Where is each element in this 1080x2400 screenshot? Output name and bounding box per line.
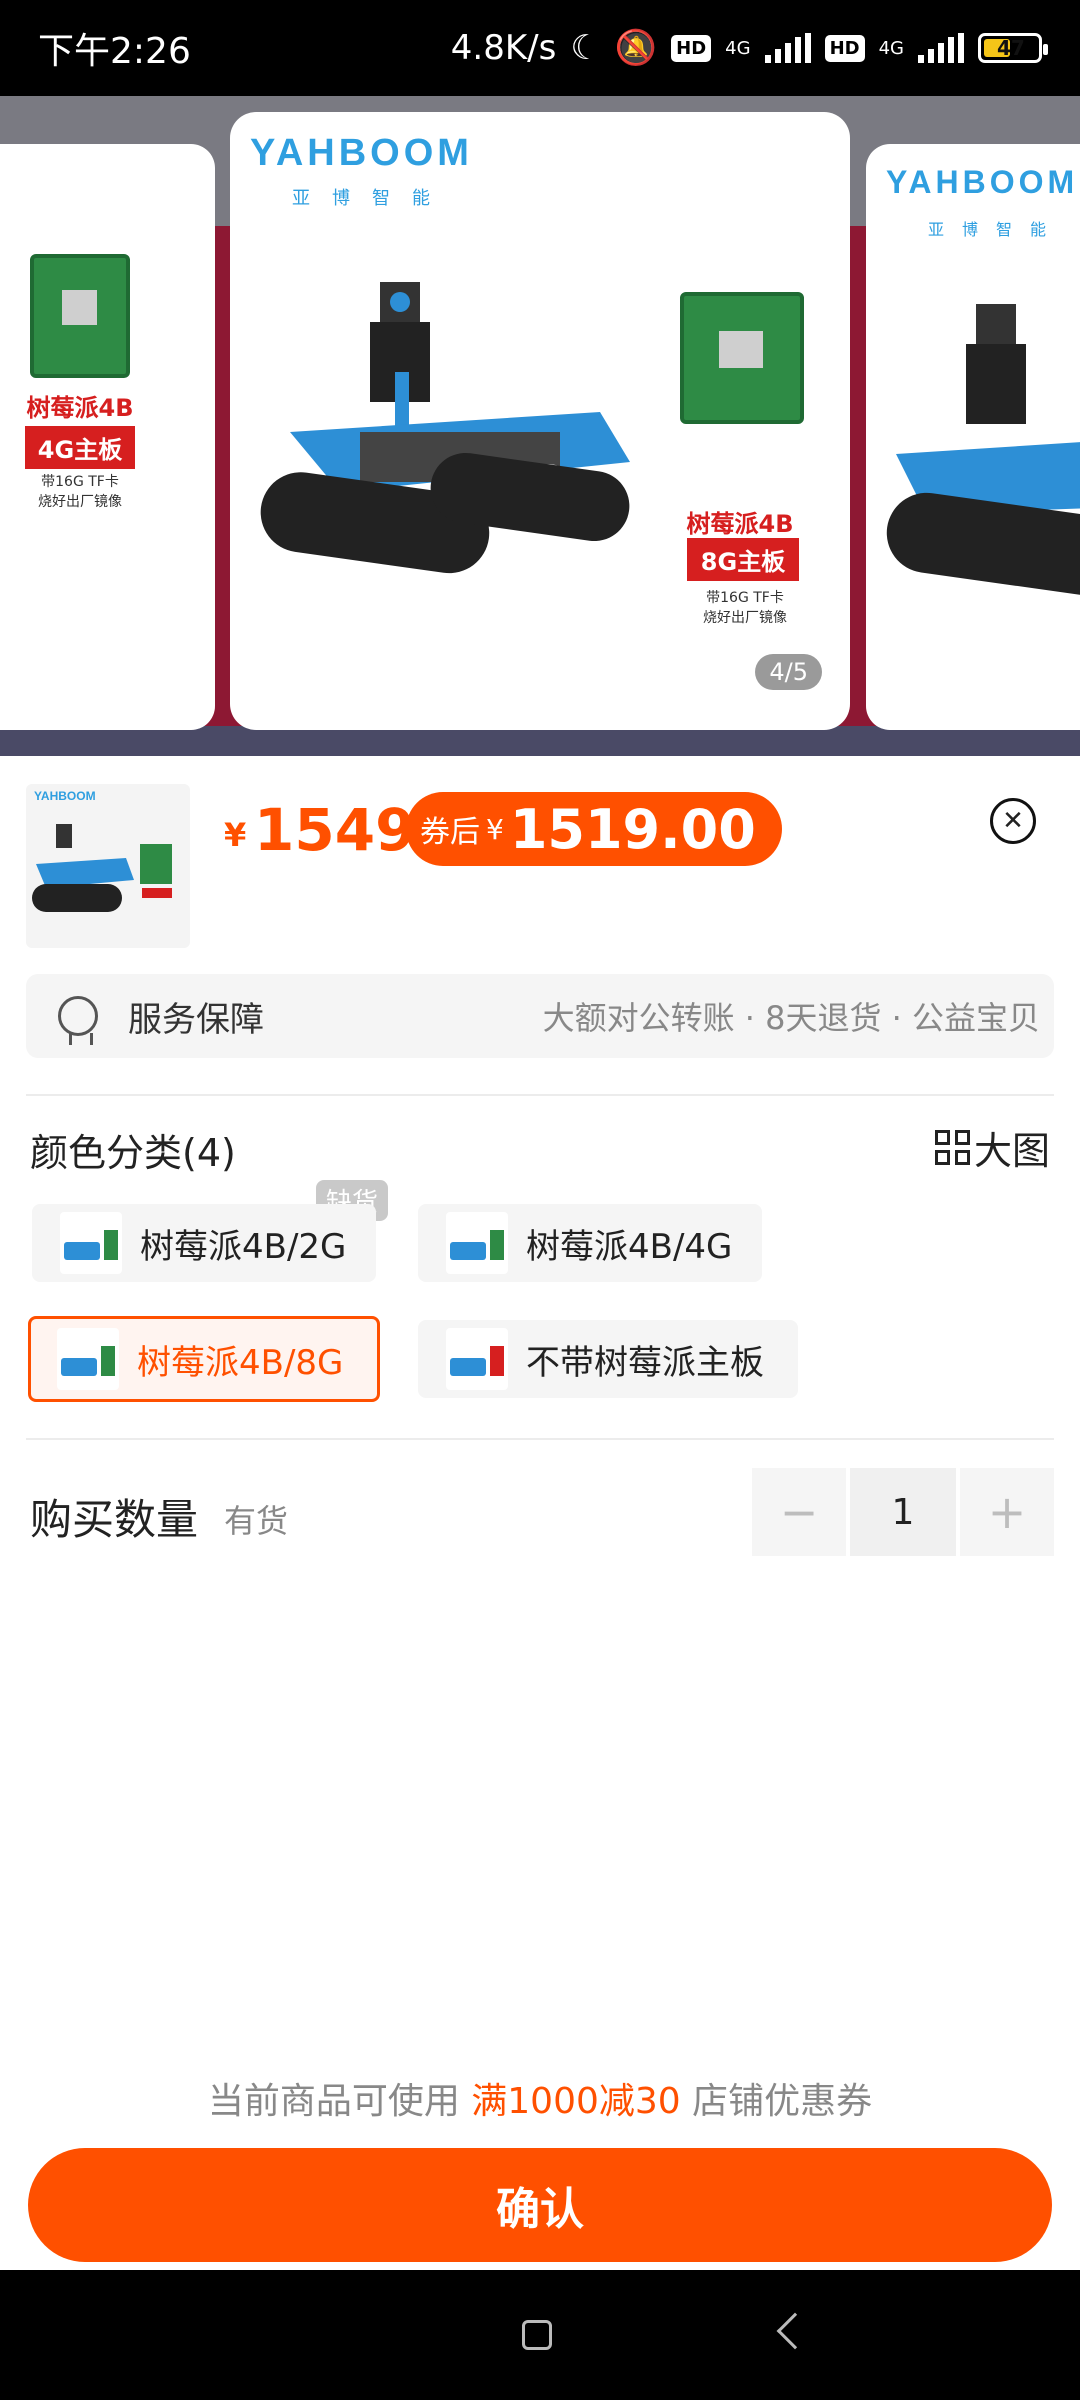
page-indicator: 4/5 — [755, 654, 822, 690]
coupon-tip-suffix: 店铺优惠券 — [692, 2081, 873, 2122]
promo-note-line: 带16G TF卡 — [41, 474, 119, 490]
sku-option-thumbnail — [60, 1212, 122, 1274]
close-button[interactable]: ✕ — [990, 798, 1036, 844]
divider — [26, 1094, 1054, 1096]
brand-subtitle: 亚博智能 — [292, 188, 452, 209]
sku-option-label: 树莓派4B/4G — [526, 1226, 733, 1267]
gallery-card-previous[interactable]: 树莓派4B 4G主板 带16G TF卡 烧好出厂镜像 — [0, 144, 215, 730]
raspberry-pi-board-image — [30, 254, 130, 378]
silent-bell-icon: 🔕 — [614, 28, 658, 68]
network-type-2: 4G — [878, 37, 904, 59]
color-category-title: 颜色分类(4) — [30, 1131, 236, 1175]
service-guarantee-title: 服务保障 — [128, 999, 264, 1040]
signal-bars-icon-2 — [918, 33, 964, 63]
network-type-1: 4G — [725, 37, 751, 59]
big-view-label: 大图 — [973, 1129, 1050, 1173]
robot-tank-image — [886, 304, 1080, 596]
promo-note-line: 烧好出厂镜像 — [38, 494, 122, 510]
big-view-button[interactable]: 大图 — [934, 1120, 1050, 1175]
promo-title: 树莓派4B — [26, 394, 134, 422]
sku-option-thumbnail — [446, 1328, 508, 1390]
divider — [26, 1438, 1054, 1440]
network-speed: 4.8K/s — [450, 28, 557, 68]
brand-logo: YAHBOOM — [886, 164, 1079, 200]
sku-option-4g[interactable]: 树莓派4B/4G — [418, 1204, 762, 1282]
battery-percent: 47 — [997, 36, 1025, 60]
brand-subtitle: 亚博智能 — [928, 220, 1065, 239]
quantity-title: 购买数量 — [30, 1495, 199, 1544]
sku-option-label: 树莓派4B/2G — [140, 1226, 347, 1267]
decrease-button[interactable]: − — [752, 1468, 846, 1556]
signal-bars-icon — [764, 33, 811, 63]
promo-note: 带16G TF卡 烧好出厂镜像 — [670, 588, 820, 628]
sku-selection-sheet: YAHBOOM ¥ 1549 券后 ¥ 1519.00 ✕ 服务保障 大额对公转… — [0, 756, 1080, 2270]
promo-note-line: 烧好出厂镜像 — [703, 610, 787, 626]
coupon-tip-highlight: 满1000减30 — [471, 2081, 681, 2122]
gallery-card-next[interactable]: YAHBOOM 亚博智能 — [866, 144, 1080, 730]
coupon-price: 1519.00 — [509, 797, 756, 861]
system-navigation-bar — [0, 2270, 1080, 2400]
sku-option-thumbnail — [57, 1328, 119, 1390]
brand-logo: YAHBOOM — [250, 132, 473, 174]
coupon-price-badge: 券后 ¥ 1519.00 — [406, 792, 782, 866]
quantity-input[interactable]: 1 — [850, 1468, 956, 1556]
status-time: 下午2:26 — [38, 31, 191, 72]
coupon-tip-prefix: 当前商品可使用 — [207, 2081, 460, 2122]
promo-note-line: 带16G TF卡 — [706, 590, 784, 606]
sku-option-label: 树莓派4B/8G — [137, 1342, 344, 1383]
quantity-stepper: − 1 + — [752, 1468, 1054, 1556]
promo-tag: 8G主板 — [687, 538, 799, 581]
stock-status: 有货 — [224, 1502, 289, 1540]
close-icon: ✕ — [1002, 806, 1024, 836]
increase-button[interactable]: + — [960, 1468, 1054, 1556]
gallery-card-current[interactable]: YAHBOOM 亚博智能 树莓派4B 8G主板 带16G TF卡 烧好出厂镜像 … — [230, 112, 850, 730]
confirm-button[interactable]: 确认 — [28, 2148, 1052, 2262]
service-guarantee-row[interactable]: 服务保障 大额对公转账 · 8天退货 · 公益宝贝 — [26, 974, 1054, 1058]
sku-option-label: 不带树莓派主板 — [526, 1342, 764, 1383]
grid-view-icon — [934, 1130, 970, 1165]
price-currency: ¥ — [224, 816, 247, 854]
hd-voice-icon: HD — [671, 34, 712, 62]
sku-option-no-board[interactable]: 不带树莓派主板 — [418, 1320, 798, 1398]
svg-text:YAHBOOM: YAHBOOM — [34, 789, 96, 803]
gallery-backdrop-bottom — [0, 726, 1080, 756]
sku-option-2g[interactable]: 树莓派4B/2G — [32, 1204, 376, 1282]
do-not-disturb-moon-icon: ☾ — [570, 28, 601, 68]
service-guarantee-detail: 大额对公转账 · 8天退货 · 公益宝贝 — [542, 999, 1040, 1037]
status-bar: 下午2:26 4.8K/s ☾ 🔕 HD 4G HD 4G 47 — [0, 0, 1080, 96]
promo-tag: 4G主板 — [25, 426, 135, 469]
coupon-tip: 当前商品可使用 满1000减30 店铺优惠券 — [0, 2072, 1080, 2124]
coupon-label: 券后 — [420, 815, 480, 850]
product-image-gallery[interactable]: 树莓派4B 4G主板 带16G TF卡 烧好出厂镜像 YAHBOOM 亚博智能 … — [0, 96, 1080, 756]
sku-option-8g[interactable]: 树莓派4B/8G — [28, 1316, 380, 1402]
hd-voice-icon-2: HD — [824, 34, 865, 62]
robot-tank-image — [260, 282, 630, 574]
raspberry-pi-board-image — [680, 292, 804, 424]
back-chevron-icon[interactable] — [776, 2312, 814, 2350]
sku-option-thumbnail — [446, 1212, 508, 1274]
robot-tank-thumbnail-image: YAHBOOM — [32, 789, 172, 912]
award-badge-icon — [58, 996, 98, 1045]
home-square-icon[interactable] — [522, 2320, 552, 2350]
promo-title: 树莓派4B — [686, 510, 794, 538]
price: 1549 — [254, 796, 416, 864]
coupon-currency: ¥ — [486, 812, 504, 846]
status-icons: 4.8K/s ☾ 🔕 HD 4G HD 4G 47 — [450, 28, 1048, 68]
battery-icon: 47 — [978, 33, 1048, 63]
selected-sku-thumbnail[interactable]: YAHBOOM — [26, 784, 190, 948]
promo-note: 带16G TF卡 烧好出厂镜像 — [10, 472, 150, 512]
